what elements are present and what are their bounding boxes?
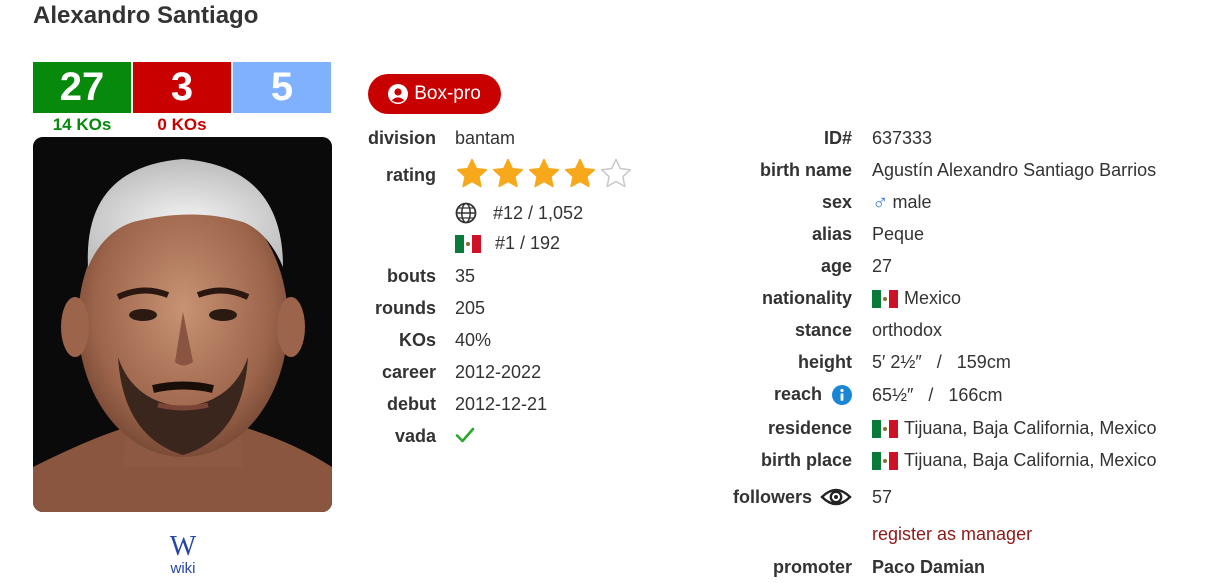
age-value: 27 [872,256,893,276]
star-empty-icon [600,158,632,188]
promoter-value[interactable]: Paco Damian [872,557,985,578]
register-as-manager-link[interactable]: register as manager [872,524,1032,545]
height-label: height [798,352,852,372]
division-label: division [367,128,436,148]
star-filled-icon [528,158,560,188]
alias-value: Peque [872,224,925,244]
sex-value: ♂ male [872,189,932,215]
rating-label: rating [385,165,436,185]
stance-label: stance [794,320,852,340]
rounds-value: 205 [455,298,486,318]
national-rank-value: #1 / 192 [495,233,561,253]
user-circle-icon [388,84,409,104]
bouts-value: 35 [455,266,476,286]
star-filled-icon [564,158,596,188]
rounds-label: rounds [375,298,436,318]
mexico-flag-icon [872,451,898,470]
height-value: 5′ 2½″ / 159cm [872,352,1011,372]
draws-count: 5 [233,62,331,113]
star-filled-icon [456,158,488,188]
residence-value: Tijuana, Baja California, Mexico [872,418,1156,439]
wins-count: 27 [33,62,131,113]
debut-value[interactable]: 2012-12-21 [455,394,547,415]
birth-place-value: Tijuana, Baja California, Mexico [872,450,1156,471]
nationality-text: Mexico [904,288,962,308]
birth-name-label: birth name [759,160,852,180]
division-value[interactable]: bantam [455,128,515,149]
wins-ko-count: 14 KOs [52,115,112,134]
sex-label: sex [821,192,852,212]
boxer-name: Alexandro Santiago [33,2,259,29]
nationality-value: Mexico [872,288,961,309]
career-label: career [381,362,436,382]
wiki-link[interactable]: W wiki [163,533,203,577]
reach-label: reach [773,384,822,404]
mexico-flag-icon [872,419,898,438]
residence-text: Tijuana, Baja California, Mexico [904,418,1157,438]
star-filled-icon [492,158,524,188]
globe-icon [455,202,477,224]
birth-place-label: birth place [760,450,852,470]
world-rank[interactable]: #12 / 1,052 [455,202,583,224]
wikipedia-icon: W [169,531,197,562]
birth-place-text: Tijuana, Baja California, Mexico [904,450,1157,470]
id-label: ID# [823,128,852,148]
id-value: 637333 [872,128,933,148]
followers-value: 57 [872,487,893,507]
world-rank-value: #12 / 1,052 [493,202,584,223]
info-icon[interactable] [832,384,852,405]
wiki-label: wiki [170,560,196,577]
rating-stars [455,157,633,191]
male-symbol-icon: ♂ [872,189,889,215]
career-value: 2012-2022 [455,362,542,382]
vada-label: vada [394,426,436,446]
mexico-flag-icon [455,234,481,253]
boxer-photo [33,137,332,512]
stance-value: orthodox [872,320,943,340]
sex-text: male [892,192,932,212]
bouts-label: bouts [387,266,436,286]
vada-value [455,426,475,449]
reach-label-group: reach [774,384,852,405]
badge-label: Box-pro [414,83,481,104]
national-rank[interactable]: #1 / 192 [455,233,560,254]
kos-value: 40% [455,330,492,350]
debut-label: debut [387,394,436,414]
reach-value: 65½″ / 166cm [872,385,1003,405]
birth-name-value: Agustín Alexandro Santiago Barrios [872,160,1157,180]
losses-ko-count: 0 KOs [157,115,207,134]
alias-label: alias [811,224,852,244]
box-pro-badge[interactable]: Box-pro [368,74,501,114]
promoter-label: promoter [772,557,852,577]
nationality-label: nationality [761,288,852,308]
followers-label-group: followers [733,484,852,510]
mexico-flag-icon [872,289,898,308]
kos-label: KOs [398,330,436,350]
followers-label: followers [732,486,812,507]
residence-label: residence [767,418,852,438]
check-icon [455,427,475,443]
losses-count: 3 [133,62,231,113]
age-label: age [820,256,852,276]
eye-icon[interactable] [820,484,852,510]
